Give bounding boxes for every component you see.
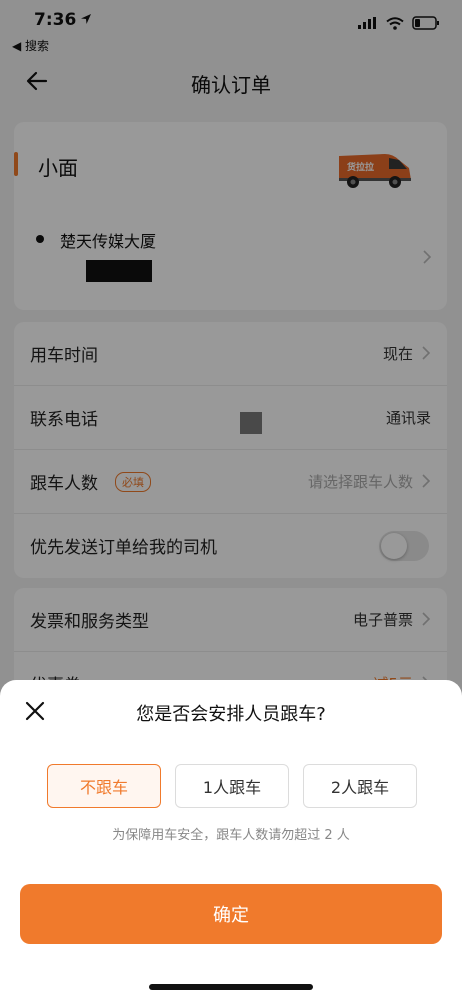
- option-two-riders[interactable]: 2人跟车: [303, 764, 417, 808]
- home-indicator: [149, 984, 313, 990]
- safety-hint: 为保障用车安全，跟车人数请勿超过 2 人: [112, 828, 350, 843]
- confirm-button[interactable]: 确定: [20, 884, 442, 944]
- sheet-title: 您是否会安排人员跟车?: [136, 704, 326, 725]
- riders-bottom-sheet: 您是否会安排人员跟车? 不跟车 1人跟车 2人跟车 为保障用车安全，跟车人数请勿…: [0, 680, 462, 1000]
- option-no-rider[interactable]: 不跟车: [47, 764, 161, 808]
- rider-options: 不跟车 1人跟车 2人跟车: [47, 764, 417, 808]
- option-one-rider[interactable]: 1人跟车: [175, 764, 289, 808]
